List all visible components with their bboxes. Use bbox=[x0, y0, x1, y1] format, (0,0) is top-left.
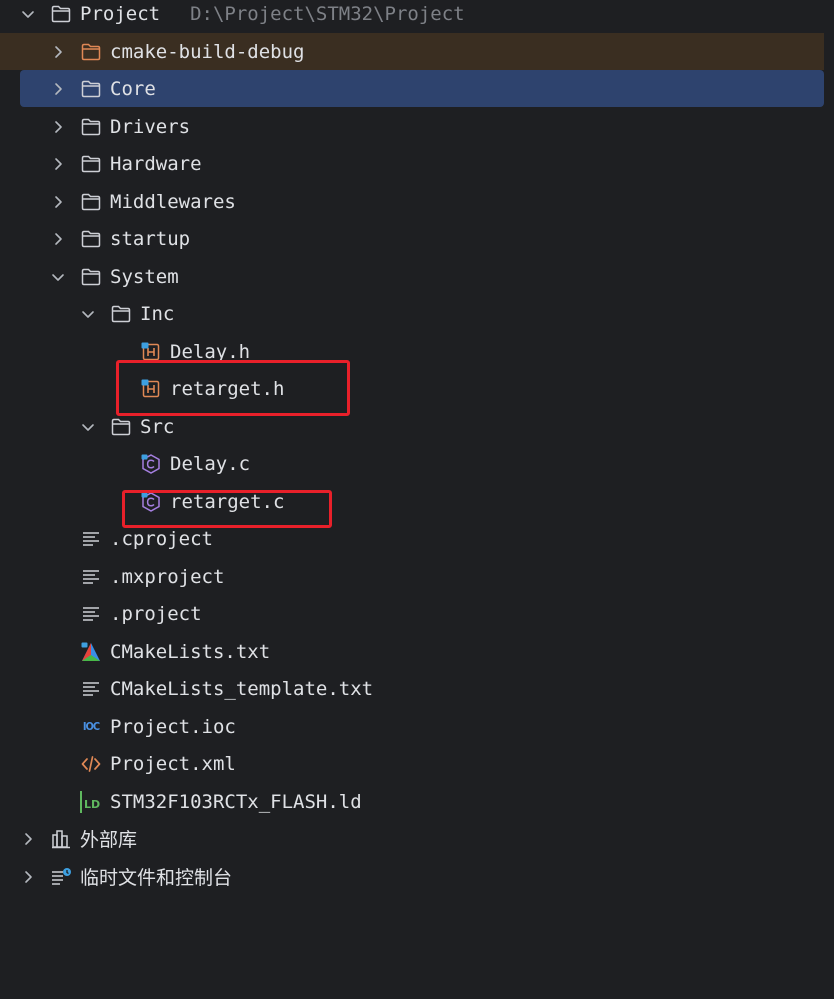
chevron-right-icon[interactable] bbox=[50, 81, 66, 97]
tree-item-label: 临时文件和控制台 bbox=[80, 867, 233, 889]
text-file-icon bbox=[80, 528, 102, 550]
chevron-right-icon[interactable] bbox=[50, 44, 66, 60]
folder-icon bbox=[80, 153, 102, 175]
annotation-box-retarget-c bbox=[122, 490, 332, 528]
tree-item-drivers[interactable]: Drivers bbox=[0, 108, 824, 145]
annotation-box-retarget-h bbox=[116, 360, 350, 416]
library-icon bbox=[50, 828, 72, 850]
text-file-icon bbox=[80, 603, 102, 625]
folder-icon bbox=[110, 303, 132, 325]
scrollbar-track[interactable] bbox=[824, 0, 834, 999]
text-file-icon bbox=[80, 678, 102, 700]
tree-item-mxproject[interactable]: .mxproject bbox=[0, 558, 824, 595]
scratch-icon bbox=[50, 866, 72, 888]
chevron-down-icon[interactable] bbox=[20, 6, 36, 22]
tree-item-label: Core bbox=[110, 77, 156, 100]
tree-item-cmake-build-debug[interactable]: cmake-build-debug bbox=[0, 33, 834, 70]
tree-item-label: .mxproject bbox=[110, 565, 225, 588]
text-file-icon bbox=[80, 566, 102, 588]
tree-item-external-libraries[interactable]: 外部库 bbox=[0, 820, 824, 857]
tree-item-cmakelists[interactable]: CMakeLists.txt bbox=[0, 633, 824, 670]
tree-item-project-ioc[interactable]: IOC Project.ioc bbox=[0, 708, 824, 745]
tree-item-label: cmake-build-debug bbox=[110, 40, 305, 63]
tree-item-cmakelists-template[interactable]: CMakeLists_template.txt bbox=[0, 670, 824, 707]
cmake-icon bbox=[80, 641, 102, 663]
excluded-folder-icon bbox=[80, 41, 102, 63]
chevron-down-icon[interactable] bbox=[80, 306, 96, 322]
chevron-right-icon[interactable] bbox=[50, 231, 66, 247]
tree-item-project-xml[interactable]: Project.xml bbox=[0, 745, 824, 782]
folder-icon bbox=[80, 78, 102, 100]
ioc-file-icon: IOC bbox=[80, 716, 102, 738]
ioc-icon-text: IOC bbox=[82, 720, 100, 733]
chevron-right-icon[interactable] bbox=[50, 156, 66, 172]
tree-item-label: Inc bbox=[140, 302, 175, 325]
chevron-right-icon[interactable] bbox=[20, 831, 36, 847]
tree-item-label: Project bbox=[80, 2, 161, 25]
tree-root-project[interactable]: Project D:\Project\STM32\Project bbox=[0, 0, 824, 32]
tree-item-hardware[interactable]: Hardware bbox=[0, 145, 824, 182]
tree-item-label: .cproject bbox=[110, 527, 213, 550]
chevron-right-icon[interactable] bbox=[50, 194, 66, 210]
tree-item-label: Project.xml bbox=[110, 752, 236, 775]
tree-item-label: startup bbox=[110, 227, 191, 250]
tree-item-flash-ld[interactable]: LD STM32F103RCTx_FLASH.ld bbox=[0, 783, 824, 820]
tree-item-inc[interactable]: Inc bbox=[0, 295, 824, 332]
tree-item-label: .project bbox=[110, 602, 202, 625]
tree-item-label: Middlewares bbox=[110, 190, 236, 213]
tree-item-middlewares[interactable]: Middlewares bbox=[0, 183, 824, 220]
chevron-right-icon[interactable] bbox=[50, 119, 66, 135]
tree-item-startup[interactable]: startup bbox=[0, 220, 824, 257]
tree-item-label: STM32F103RCTx_FLASH.ld bbox=[110, 790, 362, 813]
tree-item-core[interactable]: Core bbox=[20, 70, 824, 107]
tree-item-system[interactable]: System bbox=[0, 258, 824, 295]
chevron-right-icon[interactable] bbox=[20, 869, 36, 885]
tree-item-label: Src bbox=[140, 415, 175, 438]
ld-icon-text: LD bbox=[84, 798, 101, 811]
chevron-down-icon[interactable] bbox=[50, 269, 66, 285]
folder-icon bbox=[80, 266, 102, 288]
folder-icon bbox=[80, 116, 102, 138]
tree-item-delay-c[interactable]: Delay.c bbox=[0, 445, 824, 482]
tree-item-label: System bbox=[110, 265, 179, 288]
tree-item-label: Hardware bbox=[110, 152, 202, 175]
tree-item-label: Delay.c bbox=[170, 452, 251, 475]
tree-item-project[interactable]: .project bbox=[0, 595, 824, 632]
linker-script-icon: LD bbox=[80, 790, 102, 813]
tree-item-label: Project.ioc bbox=[110, 715, 236, 738]
tree-item-label: 外部库 bbox=[80, 829, 138, 851]
chevron-down-icon[interactable] bbox=[80, 419, 96, 435]
c-file-icon bbox=[140, 453, 162, 475]
folder-icon bbox=[80, 191, 102, 213]
tree-item-label: CMakeLists.txt bbox=[110, 640, 271, 663]
tree-item-label: CMakeLists_template.txt bbox=[110, 677, 374, 700]
tree-item-scratches-consoles[interactable]: 临时文件和控制台 bbox=[0, 858, 824, 895]
tree-item-label: Drivers bbox=[110, 115, 191, 138]
xml-file-icon bbox=[80, 753, 102, 775]
folder-icon bbox=[110, 416, 132, 438]
folder-icon bbox=[80, 228, 102, 250]
folder-icon bbox=[50, 3, 72, 25]
project-path: D:\Project\STM32\Project bbox=[190, 2, 465, 25]
